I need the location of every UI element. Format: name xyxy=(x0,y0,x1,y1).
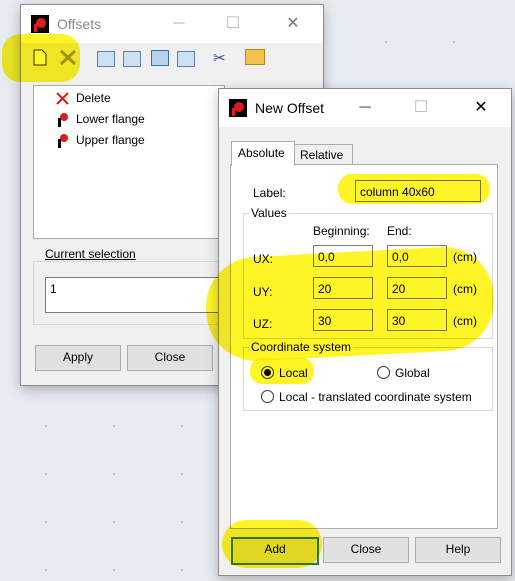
view-1-icon[interactable] xyxy=(97,51,115,67)
global-radio-label: Global xyxy=(395,366,430,380)
offsets-list: Delete Lower flange Upper flange xyxy=(33,85,225,239)
close-window-button[interactable]: ✕ xyxy=(467,97,495,119)
coordinate-system-caption: Coordinate system xyxy=(249,340,354,354)
local-radio-label: Local xyxy=(279,366,308,380)
close-window-button[interactable]: ✕ xyxy=(279,13,307,35)
red-x-icon xyxy=(56,92,69,105)
help-button[interactable]: Help xyxy=(415,537,501,563)
delete-icon[interactable] xyxy=(59,49,77,66)
end-header: End: xyxy=(387,224,412,238)
offset-icon xyxy=(58,134,68,148)
tab-relative-label: Relative xyxy=(300,148,344,162)
current-selection-label: Current selection xyxy=(43,247,138,261)
uz-label: UZ: xyxy=(253,317,273,331)
uy-unit: (cm) xyxy=(453,282,477,296)
list-item-label: Upper flange xyxy=(76,133,145,147)
local-translated-radio-label: Local - translated coordinate system xyxy=(279,390,472,404)
list-item-label: Lower flange xyxy=(76,112,145,126)
values-caption: Values xyxy=(249,206,289,220)
label-caption: Label: xyxy=(253,186,286,200)
dialog-title: New Offset xyxy=(255,100,324,116)
new-offset-dialog: New Offset ─ ☐ ✕ Absolute Relative Label… xyxy=(218,88,512,576)
label-input[interactable]: column 40x60 xyxy=(355,180,481,202)
ux-end-input[interactable]: 0,0 xyxy=(387,245,447,267)
tab-absolute[interactable]: Absolute xyxy=(231,141,295,166)
maximize-button[interactable]: ☐ xyxy=(407,97,435,119)
maximize-button[interactable]: ☐ xyxy=(219,13,247,35)
ux-label: UX: xyxy=(253,252,274,266)
offsets-close-button[interactable]: Close xyxy=(127,345,213,371)
cut-icon[interactable]: ✂ xyxy=(213,49,226,67)
offsets-titlebar: Offsets ─ ☐ ✕ xyxy=(21,5,323,43)
view-grid-icon[interactable] xyxy=(151,50,169,66)
app-icon xyxy=(31,15,49,33)
view-table-icon[interactable] xyxy=(177,51,195,67)
current-selection-input[interactable]: 1 xyxy=(45,277,225,313)
uy-label: UY: xyxy=(253,285,273,299)
window-title: Offsets xyxy=(57,16,102,32)
uz-beginning-input[interactable]: 30 xyxy=(313,309,373,331)
apply-button[interactable]: Apply xyxy=(35,345,121,371)
minimize-button[interactable]: ─ xyxy=(351,97,379,119)
list-item-label: Delete xyxy=(76,91,111,105)
tab-relative[interactable]: Relative xyxy=(293,144,353,165)
beginning-header: Beginning: xyxy=(313,224,370,238)
dialog-close-button[interactable]: Close xyxy=(323,537,409,563)
new-document-icon[interactable] xyxy=(33,49,47,66)
tab-absolute-label: Absolute xyxy=(238,146,285,160)
ux-beginning-input[interactable]: 0,0 xyxy=(313,245,373,267)
local-translated-radio[interactable] xyxy=(261,390,274,403)
local-radio[interactable] xyxy=(261,366,274,379)
app-icon xyxy=(229,99,247,117)
toolbar: ✂ xyxy=(21,43,321,73)
view-2-icon[interactable] xyxy=(123,51,141,67)
uy-beginning-input[interactable]: 20 xyxy=(313,277,373,299)
offset-icon xyxy=(58,113,68,127)
ux-unit: (cm) xyxy=(453,250,477,264)
uz-unit: (cm) xyxy=(453,314,477,328)
add-button[interactable]: Add xyxy=(231,537,319,565)
uz-end-input[interactable]: 30 xyxy=(387,309,447,331)
uy-end-input[interactable]: 20 xyxy=(387,277,447,299)
global-radio[interactable] xyxy=(377,366,390,379)
minimize-button[interactable]: ─ xyxy=(165,13,193,35)
folder-star-icon[interactable] xyxy=(245,49,265,65)
dialog-titlebar: New Offset ─ ☐ ✕ xyxy=(219,89,511,127)
